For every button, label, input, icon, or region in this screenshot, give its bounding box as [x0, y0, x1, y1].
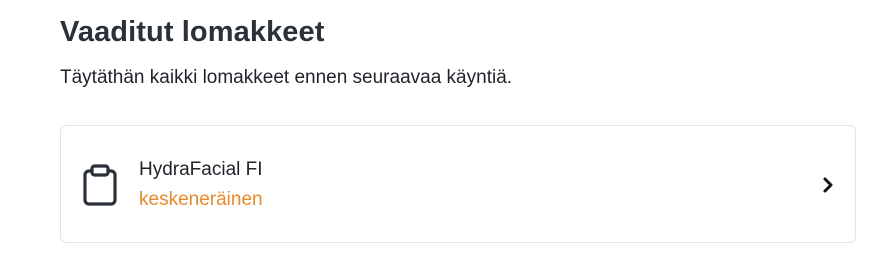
form-name: HydraFacial FI [139, 159, 263, 180]
section-subtitle: Täytäthän kaikki lomakkeet ennen seuraav… [60, 67, 513, 88]
chevron-right-icon[interactable] [819, 176, 837, 194]
clipboard-icon [83, 164, 117, 206]
form-status: keskeneräinen [139, 189, 263, 210]
required-forms-section: Vaaditut lomakkeet Täytäthän kaikki loma… [0, 0, 892, 279]
section-title: Vaaditut lomakkeet [60, 16, 325, 48]
form-card-hydrafacial[interactable]: HydraFacial FI keskeneräinen [60, 125, 856, 243]
